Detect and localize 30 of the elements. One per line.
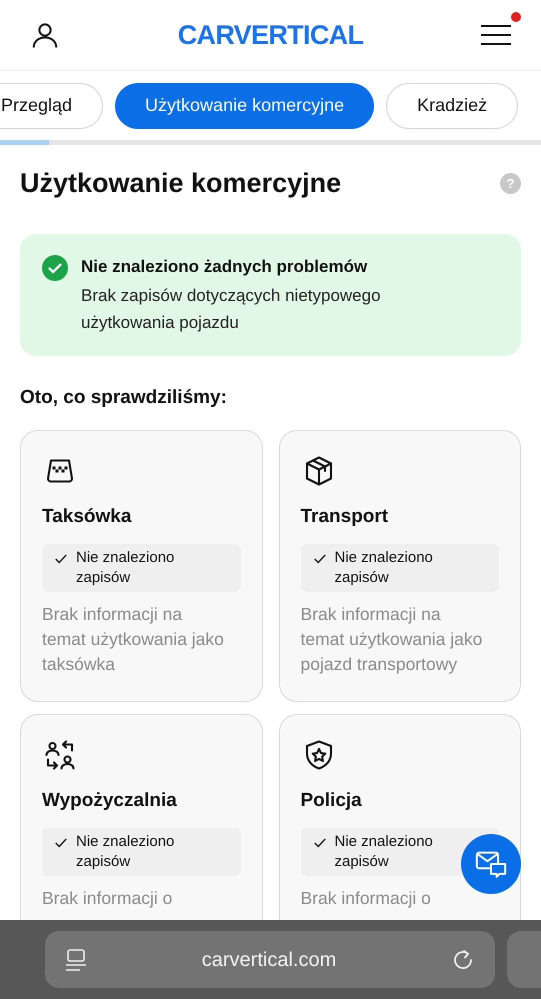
- section-title: Użytkowanie komercyjne: [20, 167, 342, 200]
- card-text: Brak informacji o: [300, 886, 432, 910]
- card-text: Brak informacji o: [42, 886, 174, 910]
- checked-heading: Oto, co sprawdziliśmy:: [20, 386, 228, 410]
- status-title: Nie znaleziono żadnych problemów: [81, 256, 368, 278]
- tab[interactable]: Przegląd: [0, 82, 104, 128]
- result-text: Nie znaleziono zapisów: [334, 832, 434, 872]
- card-title: Wypożyczalnia: [42, 789, 178, 813]
- url-text: carvertical.com: [200, 948, 338, 972]
- card-title: Policja: [300, 789, 363, 813]
- card-text: Brak informacji na temat użytkowania jako taksówka: [42, 602, 225, 676]
- tab[interactable]: Kradzież: [386, 82, 518, 128]
- logo[interactable]: CARVERTICAL: [178, 14, 364, 56]
- check-icon: [54, 836, 68, 850]
- result-text: Nie znaleziono zapisów: [76, 548, 176, 588]
- reload-icon[interactable]: [451, 948, 475, 972]
- status-text: Brak zapisów dotyczących nietypowego użytkowania pojazdu: [81, 284, 382, 334]
- menu-icon[interactable]: [481, 22, 511, 48]
- address-bar[interactable]: carvertical.com: [45, 931, 495, 988]
- card-title: Transport: [300, 505, 390, 529]
- tab[interactable]: Użytkowanie komercyjne: [115, 82, 374, 128]
- reader-icon[interactable]: [65, 948, 87, 972]
- check-icon: [312, 552, 326, 566]
- card-text: Brak informacji na temat użytkowania jako pojazd transportowy: [300, 602, 484, 676]
- check-icon: [312, 836, 326, 850]
- card-title: Taksówka: [42, 505, 132, 529]
- result-text: Nie znaleziono zapisów: [76, 832, 176, 872]
- result-text: Nie znaleziono zapisów: [334, 548, 434, 588]
- check-circle-icon: [42, 254, 68, 280]
- check-icon: [54, 552, 68, 566]
